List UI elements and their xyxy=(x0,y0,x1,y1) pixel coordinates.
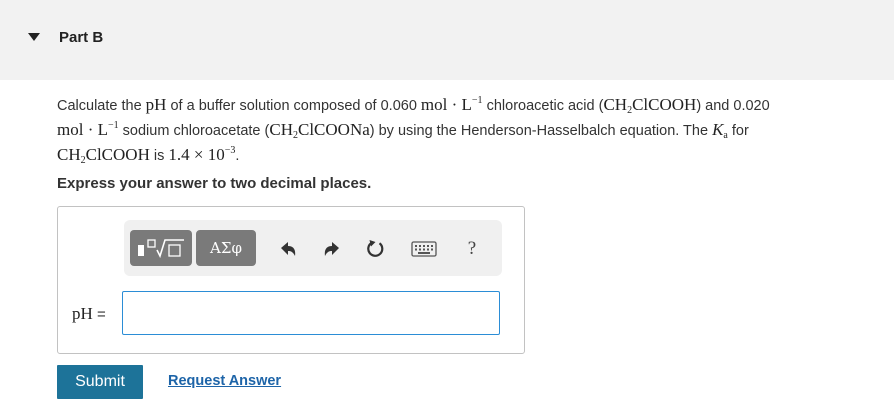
problem-statement: Calculate the pH of a buffer solution co… xyxy=(57,95,770,166)
part-header[interactable]: Part B xyxy=(0,0,894,80)
collapse-caret-icon[interactable] xyxy=(28,33,40,41)
reset-button[interactable] xyxy=(364,238,386,260)
answer-instruction: Express your answer to two decimal place… xyxy=(57,175,372,192)
template-icon xyxy=(138,239,184,259)
greek-symbols-button[interactable]: ΑΣφ xyxy=(196,230,256,266)
keyboard-icon xyxy=(411,241,437,257)
answer-label: pH = xyxy=(72,304,106,323)
keyboard-button[interactable] xyxy=(410,238,438,260)
ph-answer-input[interactable] xyxy=(122,291,500,335)
answer-box: ΑΣφ ? pH = xyxy=(57,206,525,354)
undo-icon xyxy=(281,242,296,256)
part-title: Part B xyxy=(59,29,104,46)
math-toolbar: ΑΣφ ? xyxy=(124,220,502,276)
redo-button[interactable] xyxy=(320,238,342,260)
help-icon[interactable]: ? xyxy=(462,238,482,260)
undo-button[interactable] xyxy=(278,238,300,260)
request-answer-link[interactable]: Request Answer xyxy=(168,373,281,389)
reset-icon xyxy=(367,240,384,257)
submit-button[interactable]: Submit xyxy=(57,365,143,399)
template-button[interactable] xyxy=(130,230,192,266)
redo-icon xyxy=(324,242,339,256)
